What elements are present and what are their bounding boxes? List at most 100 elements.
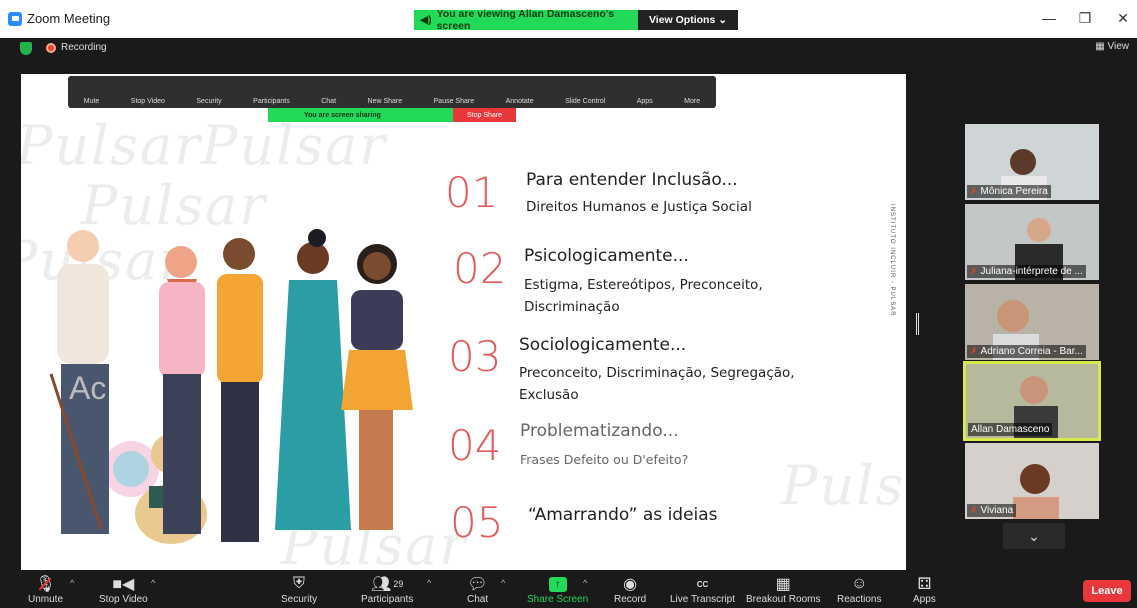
item-title: Psicologicamente... bbox=[524, 246, 689, 266]
apps-button[interactable]: ⚃ Apps bbox=[913, 574, 936, 605]
window-title-text: Zoom Meeting bbox=[27, 11, 111, 26]
item-subtitle: Direitos Humanos e Justiça Social bbox=[526, 199, 752, 215]
viewing-text: You are viewing Allan Damasceno's screen bbox=[436, 8, 615, 32]
presenter-toolbar-item: More bbox=[684, 98, 701, 105]
item-number: 04 bbox=[448, 421, 502, 470]
participant-name-label: ✗ Juliana-intérprete de ... bbox=[967, 265, 1086, 278]
window-title: Zoom Meeting bbox=[8, 11, 110, 26]
shared-screen: Pulsar Pulsar Pulsar Pulsar Pulsar Pulsa… bbox=[21, 74, 906, 570]
item-number: 02 bbox=[453, 244, 507, 293]
chevron-down-icon: ⌄ bbox=[1028, 527, 1040, 544]
close-icon[interactable]: ✕ bbox=[1113, 10, 1133, 27]
participants-count: 29 bbox=[393, 579, 404, 589]
view-options-button[interactable]: View Options ⌄ bbox=[638, 10, 738, 30]
title-bar: Zoom Meeting ◀) You are viewing Allan Da… bbox=[0, 0, 1137, 38]
watermark: Pulsar bbox=[201, 114, 388, 177]
recording-indicator[interactable]: Recording bbox=[46, 42, 107, 53]
record-label: Record bbox=[614, 594, 647, 605]
presenter-toolbar-item: Annotate bbox=[505, 98, 534, 105]
participant-tile[interactable]: ✗ Mônica Pereira bbox=[965, 124, 1099, 200]
breakout-rooms-button[interactable]: ▦ Breakout Rooms bbox=[746, 574, 820, 605]
apps-label: Apps bbox=[913, 594, 936, 605]
presenter-toolbar-item: Slide Control bbox=[565, 98, 606, 105]
participant-name-label: ✗ Viviana bbox=[967, 504, 1017, 517]
view-button[interactable]: ▦ View bbox=[1095, 41, 1129, 52]
gallery-scroll-down-button[interactable]: ⌄ bbox=[1003, 523, 1065, 549]
presenter-toolbar-item: Security bbox=[196, 98, 222, 105]
watermark: Pulsar bbox=[781, 454, 906, 517]
record-button[interactable]: ◉ Record bbox=[614, 574, 646, 605]
participant-name: Adriano Correia - Bar... bbox=[980, 346, 1083, 357]
chat-label: Chat bbox=[467, 594, 489, 605]
chat-button[interactable]: 💬︎ Chat bbox=[467, 574, 488, 605]
video-options-caret[interactable]: ^ bbox=[151, 578, 155, 588]
participant-tile-active-speaker[interactable]: Allan Damasceno bbox=[963, 361, 1101, 441]
security-button[interactable]: ⛨ Security bbox=[281, 574, 317, 605]
muted-mic-icon: ✗ bbox=[970, 266, 978, 276]
audio-options-caret[interactable]: ^ bbox=[70, 578, 74, 588]
watermark: Pulsar bbox=[21, 114, 203, 177]
unmute-label: Unmute bbox=[28, 594, 64, 605]
item-title: Problematizando... bbox=[520, 421, 679, 441]
stop-video-label: Stop Video bbox=[99, 594, 148, 605]
resize-handle[interactable] bbox=[916, 313, 919, 335]
video-camera-icon: ■◀ bbox=[112, 576, 135, 593]
share-options-caret[interactable]: ^ bbox=[583, 578, 587, 588]
stop-share-label: Stop Share bbox=[453, 108, 516, 122]
item-number: 03 bbox=[448, 332, 502, 381]
muted-mic-icon: ✗ bbox=[970, 505, 978, 515]
live-transcript-label: Live Transcript bbox=[670, 594, 736, 605]
shield-icon: ⛨ bbox=[293, 575, 306, 592]
share-screen-label: Share Screen bbox=[527, 594, 589, 605]
view-label: View bbox=[1107, 41, 1130, 52]
presenter-toolbar-item: Participants bbox=[253, 98, 290, 105]
participants-options-caret[interactable]: ^ bbox=[427, 578, 431, 588]
slide-fragment-text: Ac bbox=[69, 370, 107, 406]
participant-tile[interactable]: ✗ Viviana bbox=[965, 443, 1099, 519]
participant-name-label: ✗ Mônica Pereira bbox=[967, 185, 1051, 198]
screen-sharing-text: You are screen sharing bbox=[304, 111, 381, 119]
presenter-toolbar-item: Apps bbox=[636, 98, 653, 105]
item-title: “Amarrando” as ideias bbox=[528, 505, 718, 525]
minimize-icon[interactable]: — bbox=[1039, 10, 1059, 26]
leave-button[interactable]: Leave bbox=[1083, 580, 1131, 602]
participant-tile[interactable]: ✗ Juliana-intérprete de ... bbox=[965, 204, 1099, 280]
maximize-icon[interactable]: ❐ bbox=[1075, 10, 1095, 27]
presenter-toolbar-item: Pause Share bbox=[433, 98, 475, 105]
item-title: Para entender Inclusão... bbox=[526, 170, 738, 190]
participants-button[interactable]: 👥︎ 29 Participants bbox=[361, 574, 413, 605]
share-arrow-icon: ↑ bbox=[548, 576, 567, 592]
chat-bubble-icon: 💬︎ bbox=[467, 576, 488, 593]
presenter-toolbar: Mute Stop Video Security Participants Ch… bbox=[68, 76, 716, 108]
presenter-toolbar-item: Chat bbox=[321, 98, 337, 105]
presenter-toolbar-item: Mute bbox=[83, 98, 100, 105]
item-subtitle: Frases Defeito ou D'efeito? bbox=[520, 452, 689, 467]
share-screen-button[interactable]: ↑ Share Screen bbox=[527, 574, 588, 605]
chat-options-caret[interactable]: ^ bbox=[501, 578, 505, 588]
cc-icon: CC bbox=[696, 579, 709, 589]
viewing-banner: ◀) You are viewing Allan Damasceno's scr… bbox=[414, 8, 738, 32]
security-shield-icon[interactable] bbox=[20, 42, 32, 55]
reactions-button[interactable]: ☺ Reactions bbox=[837, 574, 881, 605]
item-number: 01 bbox=[445, 168, 499, 217]
participant-name-label: Allan Damasceno bbox=[968, 423, 1053, 436]
vertical-brand-text: INSTITUTO INCLUIR - PULSAR bbox=[889, 204, 895, 317]
breakout-rooms-label: Breakout Rooms bbox=[746, 594, 821, 605]
live-transcript-button[interactable]: CC Live Transcript bbox=[670, 574, 736, 606]
participants-icon: 👥︎ 29 bbox=[370, 576, 404, 593]
smiley-icon: ☺ bbox=[851, 575, 868, 592]
unmute-button[interactable]: 🎙︎ Unmute bbox=[28, 574, 63, 605]
muted-mic-icon: ✗ bbox=[970, 346, 978, 356]
microphone-muted-icon: 🎙︎ bbox=[35, 576, 56, 593]
record-icon: ◉ bbox=[623, 576, 638, 593]
stop-video-button[interactable]: ■◀ Stop Video bbox=[99, 574, 148, 605]
grid-view-icon: ▦ bbox=[1095, 41, 1105, 52]
participant-name: Allan Damasceno bbox=[971, 424, 1050, 435]
reactions-label: Reactions bbox=[837, 594, 882, 605]
presenter-toolbar-item: Stop Video bbox=[130, 98, 165, 105]
item-title: Sociologicamente... bbox=[519, 335, 687, 355]
security-label: Security bbox=[281, 594, 318, 605]
meeting-toolbar: 🎙︎ Unmute ^ ■◀ Stop Video ^ ⛨ Security 👥… bbox=[0, 572, 1137, 608]
breakout-rooms-icon: ▦ bbox=[775, 576, 791, 593]
participant-tile[interactable]: ✗ Adriano Correia - Bar... bbox=[965, 284, 1099, 360]
